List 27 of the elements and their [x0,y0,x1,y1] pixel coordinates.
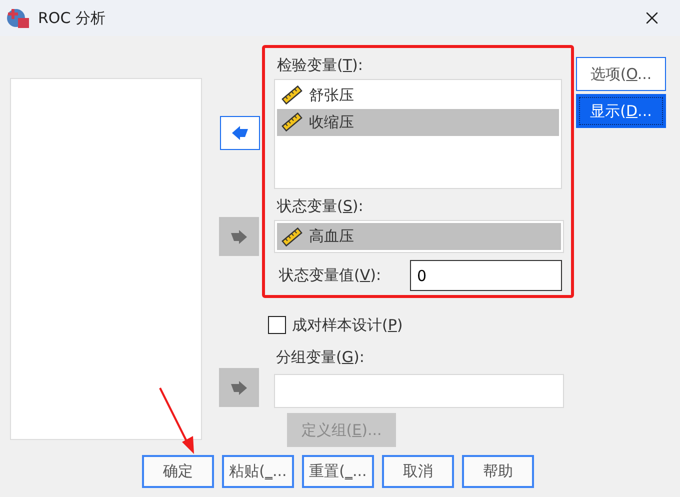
app-icon [6,6,30,30]
state-value-field[interactable]: 0 [410,260,562,291]
arrow-right-icon [230,380,248,394]
grouping-variable-field[interactable] [274,374,564,408]
move-button[interactable] [220,116,260,150]
test-variable-list[interactable]: 舒张压 收缩压 [274,78,562,188]
variable-item[interactable]: 收缩压 [277,108,559,136]
variable-name: 高血压 [309,226,354,248]
arrow-left-icon [231,126,249,140]
side-button[interactable]: 选项(O... [576,57,666,91]
field-label: 状态变量(S): [277,196,364,216]
field-label: 状态变量值(V): [279,265,382,286]
arrow-right-icon [230,230,248,244]
variable-name: 舒张压 [309,84,354,106]
field-label: 分组变量(G): [276,346,366,368]
dialog-button[interactable]: 粘贴(_... [222,455,294,488]
window-title: ROC 分析 [38,8,106,29]
side-button[interactable]: 显示(D... [576,94,666,128]
dialog-button[interactable]: 重置(_... [302,455,374,488]
field-label: 检验变量(T): [277,55,364,76]
dialog-button[interactable]: 取消 [382,455,454,488]
checkbox-label: 成对样本设计(P) [292,315,403,336]
dialog-button[interactable]: 确定 [142,455,214,488]
variable-item[interactable]: 舒张压 [277,82,559,108]
variable-name: 收缩压 [309,112,354,133]
checkbox[interactable] [268,316,286,334]
dialog-button[interactable]: 帮助 [462,455,534,488]
